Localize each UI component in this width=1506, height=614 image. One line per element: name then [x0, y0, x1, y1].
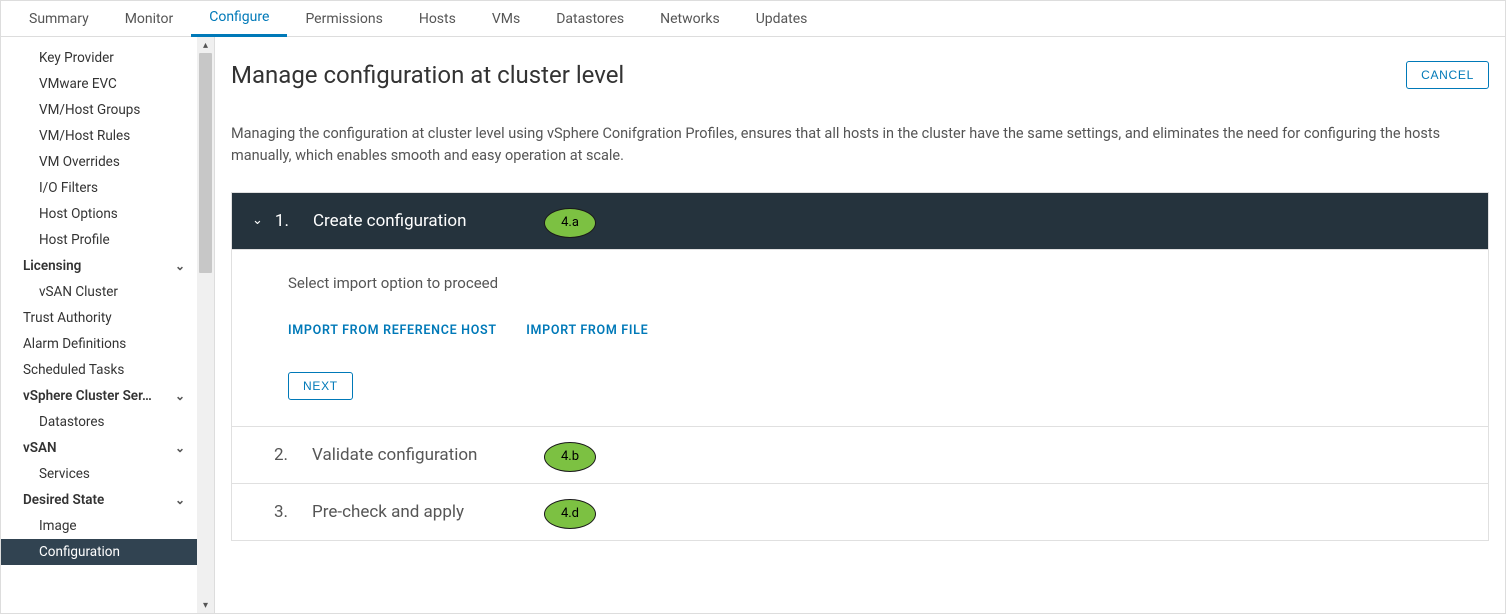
sidebar-group-label: Desired State [23, 492, 104, 508]
sidebar-item-scheduled-tasks[interactable]: Scheduled Tasks [1, 357, 197, 383]
main-header: Manage configuration at cluster level CA… [231, 61, 1489, 89]
sidebar-item-host-options[interactable]: Host Options [1, 201, 197, 227]
import-from-file-button[interactable]: IMPORT FROM FILE [526, 323, 648, 338]
annotation-4b: 4.b [544, 442, 596, 472]
tab-vms[interactable]: VMs [474, 1, 538, 37]
sidebar-group-label: Licensing [23, 258, 81, 274]
step-header-precheck-apply[interactable]: 3. Pre-check and apply 4.d [232, 483, 1488, 540]
next-button-row: NEXT [288, 372, 1432, 400]
sidebar-item-image[interactable]: Image [1, 513, 197, 539]
next-button[interactable]: NEXT [288, 372, 353, 400]
tab-monitor[interactable]: Monitor [107, 1, 192, 37]
sidebar-item-licensing[interactable]: Licensing ⌄ [1, 253, 197, 279]
step-title: Create configuration [313, 211, 467, 231]
tab-datastores[interactable]: Datastores [538, 1, 642, 37]
tab-configure[interactable]: Configure [191, 1, 287, 37]
wizard-steps: ⌄ 1. Create configuration 4.a Select imp… [231, 192, 1489, 541]
sidebar-item-configuration[interactable]: Configuration [1, 539, 197, 565]
sidebar-item-desired-state[interactable]: Desired State ⌄ [1, 487, 197, 513]
tab-networks[interactable]: Networks [642, 1, 738, 37]
annotation-4a: 4.a [544, 208, 596, 238]
step-number: 1. [275, 211, 289, 231]
sidebar-group-label: vSAN [23, 440, 57, 456]
chevron-down-icon: ⌄ [175, 441, 189, 455]
chevron-down-icon: ⌄ [175, 389, 189, 403]
main-panel: Manage configuration at cluster level CA… [215, 37, 1505, 613]
sidebar-scrollbar[interactable]: ▴ ▾ [197, 37, 214, 613]
step-number: 2. [274, 445, 288, 465]
cancel-button[interactable]: CANCEL [1406, 61, 1489, 89]
sidebar-item-vsan[interactable]: vSAN ⌄ [1, 435, 197, 461]
import-options: IMPORT FROM REFERENCE HOST IMPORT FROM F… [288, 322, 1432, 338]
sidebar-item-vm-overrides[interactable]: VM Overrides [1, 149, 197, 175]
sidebar-item-services[interactable]: Services [1, 461, 197, 487]
sidebar-item-trust-authority[interactable]: Trust Authority [1, 305, 197, 331]
import-from-host-button[interactable]: IMPORT FROM REFERENCE HOST [288, 323, 497, 338]
sidebar: Key ProviderVMware EVCVM/Host GroupsVM/H… [1, 37, 197, 613]
sidebar-item-vm-host-groups[interactable]: VM/Host Groups [1, 97, 197, 123]
step-title: Pre-check and apply [312, 502, 464, 522]
scroll-thumb[interactable] [199, 53, 212, 273]
page-description: Managing the configuration at cluster le… [231, 123, 1489, 168]
tab-summary[interactable]: Summary [11, 1, 107, 37]
step-instruction: Select import option to proceed [288, 274, 1432, 292]
sidebar-item-datastores[interactable]: Datastores [1, 409, 197, 435]
step-header-validate-config[interactable]: 2. Validate configuration 4.b [232, 426, 1488, 483]
sidebar-item-vsphere-cluster-ser[interactable]: vSphere Cluster Ser… ⌄ [1, 383, 197, 409]
tab-bar: SummaryMonitorConfigurePermissionsHostsV… [1, 1, 1505, 37]
sidebar-group-label: vSphere Cluster Ser… [23, 388, 152, 404]
step-number: 3. [274, 502, 288, 522]
step-title: Validate configuration [312, 445, 477, 465]
chevron-down-icon: ⌄ [175, 493, 189, 507]
annotation-4d: 4.d [544, 499, 596, 529]
sidebar-item-alarm-definitions[interactable]: Alarm Definitions [1, 331, 197, 357]
tab-hosts[interactable]: Hosts [401, 1, 474, 37]
step-body-create-config: Select import option to proceed IMPORT F… [232, 249, 1488, 426]
sidebar-item-vmware-evc[interactable]: VMware EVC [1, 71, 197, 97]
step-header-create-config[interactable]: ⌄ 1. Create configuration 4.a [232, 193, 1488, 249]
chevron-down-icon: ⌄ [252, 213, 263, 228]
sidebar-item-key-provider[interactable]: Key Provider [1, 45, 197, 71]
sidebar-item-host-profile[interactable]: Host Profile [1, 227, 197, 253]
sidebar-item-i-o-filters[interactable]: I/O Filters [1, 175, 197, 201]
sidebar-item-vsan-cluster[interactable]: vSAN Cluster [1, 279, 197, 305]
page-title: Manage configuration at cluster level [231, 61, 624, 89]
scroll-down-icon[interactable]: ▾ [197, 597, 214, 613]
tab-updates[interactable]: Updates [738, 1, 826, 37]
scroll-up-icon[interactable]: ▴ [197, 37, 214, 53]
sidebar-container: Key ProviderVMware EVCVM/Host GroupsVM/H… [1, 37, 215, 613]
chevron-down-icon: ⌄ [175, 259, 189, 273]
sidebar-item-vm-host-rules[interactable]: VM/Host Rules [1, 123, 197, 149]
tab-permissions[interactable]: Permissions [287, 1, 400, 37]
content-area: Key ProviderVMware EVCVM/Host GroupsVM/H… [1, 37, 1505, 613]
